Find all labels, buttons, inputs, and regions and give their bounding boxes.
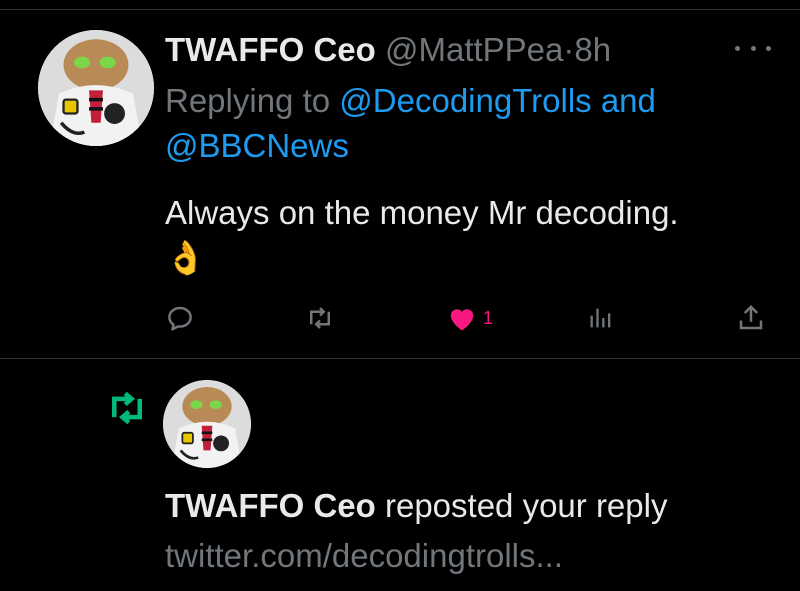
replying-prefix: Replying to — [165, 82, 331, 119]
share-button[interactable] — [735, 303, 767, 333]
like-count: 1 — [483, 307, 494, 328]
share-icon — [739, 304, 763, 330]
section-divider — [0, 358, 800, 359]
separator-dot: · — [563, 31, 575, 68]
views-button[interactable] — [587, 303, 615, 333]
notification-display-name[interactable]: TWAFFO Ceo — [165, 487, 376, 524]
replying-to: Replying to @DecodingTrolls and @BBCNews — [165, 78, 765, 168]
analytics-icon — [590, 308, 611, 328]
ok-hand-emoji: 👌 — [165, 239, 207, 276]
like-button[interactable]: 1 — [447, 303, 493, 333]
tweet-body: Always on the money Mr decoding. — [165, 194, 679, 231]
mention-bbcnews[interactable]: @BBCNews — [165, 127, 349, 164]
heart-icon — [450, 309, 474, 331]
repost-notification-icon — [104, 388, 150, 433]
notification-action: reposted your reply — [384, 487, 668, 524]
reply-icon — [168, 306, 192, 331]
display-name[interactable]: TWAFFO Ceo — [165, 31, 376, 68]
more-options-icon[interactable] — [735, 38, 771, 58]
retweet-icon — [310, 307, 330, 329]
mention-and[interactable]: and — [601, 82, 656, 119]
mention-decodingtrolls[interactable]: @DecodingTrolls — [339, 82, 591, 119]
avatar[interactable] — [38, 30, 154, 146]
retweet-button[interactable] — [303, 303, 337, 333]
timestamp[interactable]: 8h — [574, 31, 611, 68]
top-divider — [0, 9, 800, 10]
notification-link[interactable]: twitter.com/decodingtrolls... — [165, 533, 785, 578]
handle[interactable]: @MattPPea — [385, 31, 563, 68]
tweet-header: TWAFFO Ceo @MattPPea·8h — [165, 30, 611, 70]
reply-button[interactable] — [165, 303, 195, 333]
notification-text[interactable]: TWAFFO Ceo reposted your reply — [165, 483, 785, 528]
tweet-text: Always on the money Mr decoding. 👌 — [165, 190, 775, 280]
notification-avatar[interactable] — [163, 380, 251, 468]
